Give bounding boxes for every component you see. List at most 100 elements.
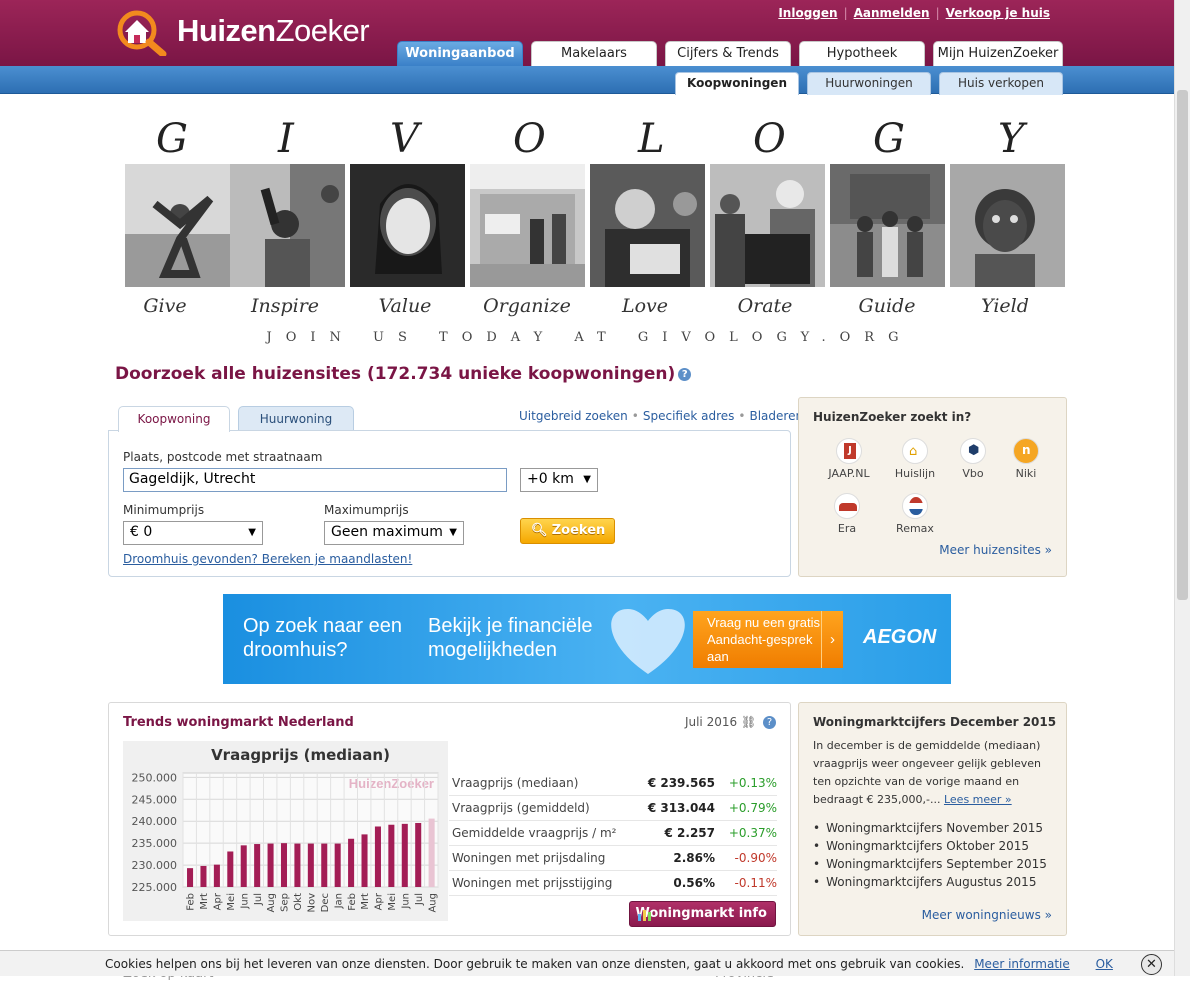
news-item[interactable]: Woningmarktcijfers September 2015 [813,855,1047,873]
chart-y-tick-label: 245.000 [132,793,178,806]
min-price-label: Minimumprijs [123,503,205,517]
tab-huurwoning[interactable]: Huurwoning [238,406,354,431]
login-link[interactable]: Inloggen [778,6,837,20]
chart-bar [415,822,422,887]
news-item[interactable]: Woningmarktcijfers Augustus 2015 [813,873,1047,891]
news-item[interactable]: Woningmarktcijfers Oktober 2015 [813,837,1047,855]
tab-cijfers-trends[interactable]: Cijfers & Trends [665,41,791,66]
chart-x-tick-label: Apr [374,892,385,910]
radius-value: +0 km [527,471,574,487]
stat-row: Vraagprijs (mediaan) € 239.565 +0.13% [449,771,777,796]
subtab-huurwoningen[interactable]: Huurwoningen [807,72,931,95]
site-remax[interactable]: Remax [885,493,945,535]
givology-letter: I [278,116,294,162]
help-icon[interactable]: ? [763,716,776,729]
max-price-select[interactable]: Geen maximum ▼ [324,521,464,545]
tab-makelaars[interactable]: Makelaars [531,41,657,66]
ad-cta-button[interactable]: Vraag nu een gratis Aandacht-gesprek aan… [693,611,843,668]
chart-bar [187,868,194,887]
chart-x-tick-label: Mei [226,893,237,911]
site-niki[interactable]: n Niki [996,438,1056,480]
register-link[interactable]: Aanmelden [854,6,930,20]
min-price-select[interactable]: € 0 ▼ [123,521,263,545]
chart-x-tick-label: Jan [333,893,344,909]
photo-inspire [230,164,345,287]
subtab-koopwoningen[interactable]: Koopwoningen [675,72,799,95]
tab-mijn-huizenzoeker[interactable]: Mijn HuizenZoeker [933,41,1063,66]
chart-bar [334,843,341,887]
browse-link[interactable]: Bladeren [749,409,803,423]
link-icon[interactable]: ⛓ [741,715,756,729]
place-input[interactable]: Gageldijk, Utrecht [123,468,507,492]
radius-select[interactable]: +0 km ▼ [520,468,598,492]
tab-hypotheek[interactable]: Hypotheek [799,41,925,66]
mortgage-calc-link[interactable]: Droomhuis gevonden? Bereken je maandlast… [123,552,412,566]
cookie-ok-link[interactable]: OK [1096,957,1113,971]
chart-x-tick-label: Sep [280,893,291,912]
chart-bar [401,823,408,887]
advanced-search-link[interactable]: Uitgebreid zoeken [519,409,628,423]
site-logo[interactable]: HuizenZoeker [113,6,413,58]
scrollbar-thumb[interactable] [1177,90,1188,600]
more-sites-link[interactable]: Meer huizensites » [939,543,1052,557]
cookie-more-link[interactable]: Meer informatie [974,957,1070,971]
chevron-down-icon: ▼ [583,474,591,485]
chart-bar [307,843,314,887]
stat-label: Woningen met prijsdaling [452,851,606,865]
chart-y-tick-label: 235.000 [132,837,178,850]
chart-bar [294,843,301,887]
chart-x-tick-label: Feb [186,893,197,911]
chart-bar [227,851,234,887]
givology-tagline: JOIN US TODAY AT GIVOLOGY.ORG [266,330,913,345]
chevron-down-icon: ▼ [248,527,256,538]
news-list: Woningmarktcijfers November 2015 Woningm… [813,819,1047,891]
chart-x-tick-label: Okt [293,893,304,911]
sell-house-link[interactable]: Verkoop je huis [946,6,1050,20]
givology-letter: G [156,116,188,162]
bar-chart-icon [638,910,651,921]
chart-x-tick-label: Dec [320,893,331,912]
news-item[interactable]: Woningmarktcijfers November 2015 [813,819,1047,837]
place-label: Plaats, postcode met straatnaam [123,450,323,464]
page-title: Doorzoek alle huizensites (172.734 uniek… [115,364,692,384]
read-more-link[interactable]: Lees meer » [944,793,1012,806]
tab-woningaanbod[interactable]: Woningaanbod [397,41,523,66]
page-scrollbar[interactable] [1174,0,1190,976]
stat-change: +0.13% [728,776,777,790]
account-links: Inloggen | Aanmelden | Verkoop je huis [778,6,1050,20]
givology-word: Value [378,295,432,317]
stat-label: Vraagprijs (gemiddeld) [452,801,590,815]
stat-change: -0.90% [734,851,777,865]
stat-value: € 239.565 [647,776,715,790]
subtab-huis-verkopen[interactable]: Huis verkopen [939,72,1063,95]
search-button[interactable]: 🔍︎ Zoeken [520,518,615,544]
help-icon[interactable]: ? [678,367,692,381]
close-icon[interactable]: ✕ [1141,954,1162,975]
cloud-heart-icon [611,609,685,674]
sites-box: HuizenZoeker zoekt in? J JAAP.NL ⌂ Huislij… [798,397,1067,577]
site-vbo[interactable]: ⬢ Vbo [943,438,1003,480]
chart-y-tick-label: 240.000 [132,815,178,828]
chart-bar [321,843,328,887]
chart-y-tick-label: 230.000 [132,859,178,872]
market-info-button[interactable]: Woningmarkt info [629,901,776,927]
aegon-logo: AEGON [863,626,937,648]
chart-x-tick-label: Feb [347,893,358,911]
site-jaap[interactable]: J JAAP.NL [819,438,879,480]
givology-banner[interactable]: G I V O L O G Y Give Inspire Value Organ… [108,100,1071,350]
more-news-link[interactable]: Meer woningnieuws » [922,908,1052,922]
stat-row: Vraagprijs (gemiddeld) € 313.044 +0.79% [449,796,777,821]
specific-address-link[interactable]: Specifiek adres [643,409,735,423]
tab-koopwoning[interactable]: Koopwoning [118,406,230,432]
aegon-advert[interactable]: Op zoek naar een droomhuis? Bekijk je fin… [223,594,951,684]
chevron-right-icon: › [821,611,843,668]
givology-letter: V [390,116,419,162]
photo-yield [950,164,1065,287]
chart-bar [267,843,274,887]
site-era[interactable]: Era [817,493,877,535]
site-huislijn[interactable]: ⌂ Huislijn [885,438,945,480]
huislijn-icon: ⌂ [902,438,928,464]
chart-bar [388,824,395,887]
chart-watermark: HuizenZoeker [349,776,434,791]
chart-bar [213,864,220,887]
